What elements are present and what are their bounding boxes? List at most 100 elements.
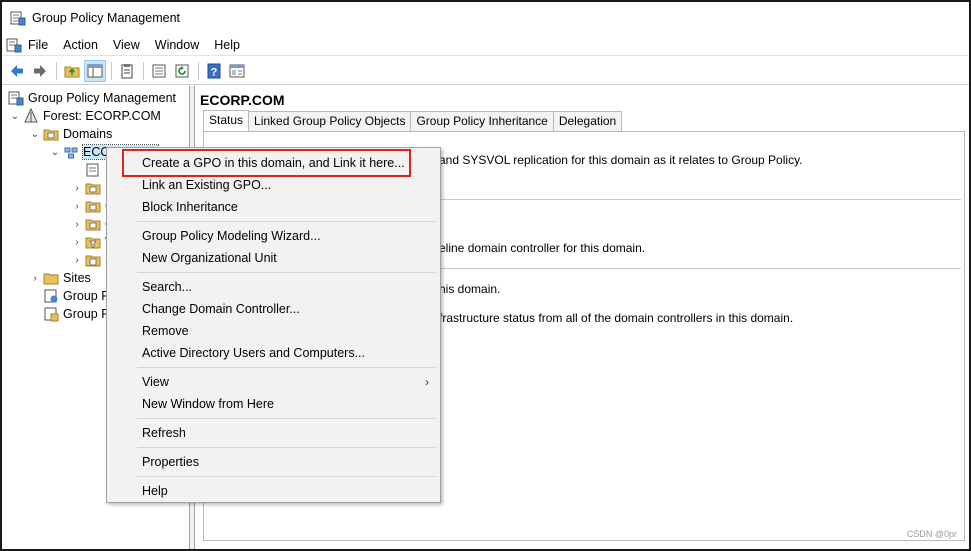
show-hide-tree-icon [87,64,103,77]
sites-folder-icon [43,273,59,285]
up-folder-icon [64,66,80,77]
toolbar: ? [2,57,969,85]
svg-text:?: ? [211,66,218,78]
tree-item-forest[interactable]: ⌄ Forest: ECORP.COM [9,107,161,125]
menu-help[interactable]: Help [208,34,249,56]
export-list-button[interactable] [148,60,170,82]
chevron-right-icon[interactable]: › [71,233,83,251]
menu-separator [137,367,437,368]
details-title: ECORP.COM [200,92,285,108]
toolbar-separator [56,61,57,80]
menu-item-remove[interactable]: Remove [108,320,439,342]
tree-item-root[interactable]: Group Policy Management [6,89,176,107]
menu-separator [137,221,437,222]
tab-gp-inheritance[interactable]: Group Policy Inheritance [410,111,554,131]
domain-icon [64,147,78,159]
menu-separator [137,447,437,448]
baseline-dc-text: eline domain controller for this domain. [439,241,646,255]
menu-item-link-existing-gpo[interactable]: Link an Existing GPO... [108,174,439,196]
menu-item-help[interactable]: Help [108,480,439,502]
clipboard-button[interactable] [116,60,138,82]
menu-view[interactable]: View [107,34,149,56]
chevron-right-icon[interactable]: › [71,251,83,269]
chevron-right-icon[interactable]: › [71,215,83,233]
menu-item-ad-users-computers[interactable]: Active Directory Users and Computers... [108,342,439,364]
forward-button[interactable] [29,60,51,82]
gp-results-icon [44,307,59,322]
menu-separator [137,418,437,419]
tree-label-gp-results: Group P [63,307,110,321]
menu-item-view-label: View [142,375,169,389]
chevron-down-icon[interactable]: ⌄ [9,107,21,125]
status-domain-text: his domain. [439,282,501,296]
chevron-down-icon[interactable]: ⌄ [49,143,61,161]
system-menu-icon[interactable] [6,37,22,53]
export-list-icon [152,64,166,77]
menu-item-block-inheritance[interactable]: Block Inheritance [108,196,439,218]
menu-item-gp-modeling-wizard[interactable]: Group Policy Modeling Wizard... [108,225,439,247]
forward-arrow-icon [34,64,46,77]
toolbar-separator [198,61,199,80]
status-description: and SYSVOL replication for this domain a… [439,153,803,167]
chevron-right-icon[interactable]: › [71,197,83,215]
tree-item-gp-results[interactable]: Group P [29,305,110,323]
tree-label-domains: Domains [63,127,113,141]
properties-button[interactable] [226,60,248,82]
help-icon: ? [207,63,221,78]
ou-folder-icon [85,219,101,231]
menu-item-create-gpo-link[interactable]: Create a GPO in this domain, and Link it… [108,152,439,174]
menu-item-search[interactable]: Search... [108,276,439,298]
chevron-right-icon[interactable]: › [29,269,41,287]
up-one-level-button[interactable] [61,60,83,82]
refresh-icon [175,64,189,77]
menu-file[interactable]: File [22,34,57,56]
menu-separator [137,476,437,477]
ou-folder-icon [85,183,101,195]
menu-item-new-window[interactable]: New Window from Here [108,393,439,415]
menu-separator [137,272,437,273]
back-arrow-icon [11,64,23,77]
toolbar-separator [111,61,112,80]
properties-icon [229,64,245,77]
tree-label-forest: Forest: ECORP.COM [43,109,161,123]
context-menu: Create a GPO in this domain, and Link it… [106,147,441,503]
gp-modeling-icon [44,289,58,303]
gpo-link-icon [86,163,99,177]
chevron-right-icon[interactable]: › [71,179,83,197]
forest-icon [24,108,38,123]
clipboard-icon [121,63,133,78]
domains-folder-icon [43,129,59,141]
show-hide-console-tree-button[interactable] [84,59,106,82]
wmi-filters-icon [85,237,101,249]
group-policy-root-icon [8,91,24,106]
submenu-arrow-icon: › [425,375,429,389]
tab-linked-gpos[interactable]: Linked Group Policy Objects [248,111,412,131]
watermark: CSDN @0pr [906,529,957,539]
starter-gpos-icon [85,255,101,267]
menu-item-refresh[interactable]: Refresh [108,422,439,444]
infrastructure-status-text: frastructure status from all of the doma… [439,311,794,325]
menu-bar: File Action View Window Help [2,34,969,56]
tree-item-child[interactable]: I [71,161,108,179]
menu-item-properties[interactable]: Properties [108,451,439,473]
tab-delegation[interactable]: Delegation [552,111,623,131]
back-button[interactable] [6,60,28,82]
tree-item-domains[interactable]: ⌄ Domains [29,125,113,143]
menu-window[interactable]: Window [149,34,208,56]
tree-item-sites[interactable]: › Sites [29,269,91,287]
tab-status[interactable]: Status [203,110,250,131]
title-bar: Group Policy Management [2,2,969,34]
menu-item-new-ou[interactable]: New Organizational Unit [108,247,439,269]
menu-action[interactable]: Action [57,34,107,56]
menu-item-change-dc[interactable]: Change Domain Controller... [108,298,439,320]
ou-folder-icon [85,201,101,213]
details-tabs: Status Linked Group Policy Objects Group… [203,110,623,131]
tree-label-sites: Sites [63,271,91,285]
menu-item-view[interactable]: View › [108,371,439,393]
tree-item-gp-modeling[interactable]: Group P [29,287,110,305]
chevron-down-icon[interactable]: ⌄ [29,125,41,143]
refresh-button[interactable] [171,60,193,82]
tree-item-child[interactable]: › I [71,179,108,197]
help-button[interactable]: ? [203,60,225,82]
window-title: Group Policy Management [32,11,180,25]
